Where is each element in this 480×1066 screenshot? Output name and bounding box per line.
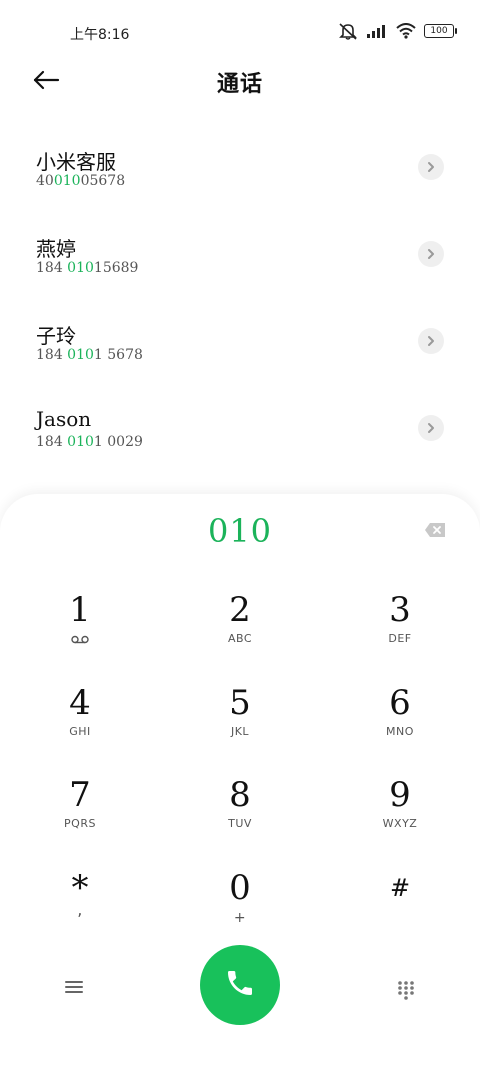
key-digit: 4 <box>69 683 91 723</box>
contact-row[interactable]: 小米客服 4001005678 <box>0 130 480 217</box>
dialpad-key-6[interactable]: 6 MNO <box>340 683 460 763</box>
key-letters: WXYZ <box>382 817 418 830</box>
dialpad-key-2[interactable]: 2 ABC <box>180 590 300 670</box>
contact-number: 184 01015689 <box>36 260 139 276</box>
signal-icon <box>366 23 388 39</box>
chevron-right-icon <box>426 419 436 438</box>
chevron-right-icon <box>426 158 436 177</box>
contact-detail-button[interactable] <box>418 241 444 267</box>
page-title: 通话 <box>216 71 263 97</box>
key-digit: 9 <box>389 775 411 815</box>
key-letters: DEF <box>388 632 412 645</box>
status-time: 上午8:16 <box>70 27 130 43</box>
dialpad-panel: 010 1 2 ABC 3 DEF 4 GHI 5 JKL 6 MNO 7 PQ… <box>0 494 480 1066</box>
key-letters: JKL <box>230 725 250 738</box>
menu-button[interactable] <box>64 979 84 995</box>
key-digit: 0 <box>229 868 251 908</box>
contact-number: 4001005678 <box>36 173 126 189</box>
key-letters: TUV <box>228 817 252 830</box>
contact-name: 燕婷 <box>36 237 76 261</box>
dialpad-key-4[interactable]: 4 GHI <box>20 683 140 763</box>
key-letters: GHI <box>69 725 91 738</box>
voicemail-icon <box>20 632 140 645</box>
key-digit: 2 <box>229 590 251 630</box>
dialpad-key-3[interactable]: 3 DEF <box>340 590 460 670</box>
wifi-icon <box>396 23 416 39</box>
key-letters: , <box>77 900 83 919</box>
header: 通话 <box>0 58 480 106</box>
number-match-highlight: 010 <box>67 347 94 363</box>
key-letters: + <box>233 910 247 926</box>
key-digit: 6 <box>389 683 411 723</box>
dialpad-key-1[interactable]: 1 <box>20 590 140 670</box>
menu-icon <box>64 980 84 999</box>
contact-results-list: 小米客服 4001005678 燕婷 184 01015689 子玲 184 0… <box>0 130 480 478</box>
contact-name: 子玲 <box>36 324 76 348</box>
contact-row[interactable]: 子玲 184 0101 5678 <box>0 304 480 391</box>
dialpad-key-0[interactable]: 0 + <box>180 868 300 948</box>
battery-icon: 100 <box>424 24 457 38</box>
dialed-number-display[interactable]: 010 <box>0 512 480 550</box>
chevron-right-icon <box>426 245 436 264</box>
contact-detail-button[interactable] <box>418 154 444 180</box>
contact-row[interactable]: Jason 184 0101 0029 <box>0 391 480 478</box>
key-digit: 8 <box>229 775 251 815</box>
backspace-icon <box>424 523 446 542</box>
contact-detail-button[interactable] <box>418 328 444 354</box>
contact-name: Jason <box>36 407 92 431</box>
key-digit: # <box>389 874 411 902</box>
number-match-highlight: 010 <box>67 434 94 450</box>
contact-name: 小米客服 <box>36 150 116 174</box>
dialpad-key-7[interactable]: 7 PQRS <box>20 775 140 855</box>
key-digit: 7 <box>69 775 91 815</box>
key-letters: PQRS <box>64 817 96 830</box>
number-match-highlight: 010 <box>67 260 94 276</box>
contact-row[interactable]: 燕婷 184 01015689 <box>0 217 480 304</box>
phone-icon <box>224 967 256 1003</box>
key-digit: 1 <box>69 590 91 630</box>
keypad-toggle-button[interactable] <box>396 980 416 1000</box>
backspace-button[interactable] <box>424 522 446 538</box>
dialpad-key-hash[interactable]: # <box>340 868 460 948</box>
key-letters: MNO <box>386 725 414 738</box>
key-digit: 3 <box>389 590 411 630</box>
contact-number: 184 0101 0029 <box>36 434 143 450</box>
dialpad-icon <box>396 981 416 1004</box>
status-bar: 上午8:16 100 <box>0 0 480 64</box>
key-letters: ABC <box>227 632 253 645</box>
number-match-highlight: 010 <box>53 173 81 189</box>
dialpad-key-9[interactable]: 9 WXYZ <box>340 775 460 855</box>
contact-number: 184 0101 5678 <box>36 347 143 363</box>
dialpad-key-star[interactable]: * , <box>20 868 140 948</box>
key-digit: 5 <box>229 683 251 723</box>
call-button[interactable] <box>200 945 280 1025</box>
dialpad-key-8[interactable]: 8 TUV <box>180 775 300 855</box>
contact-detail-button[interactable] <box>418 415 444 441</box>
dialpad-key-5[interactable]: 5 JKL <box>180 683 300 763</box>
chevron-right-icon <box>426 332 436 351</box>
mute-bell-icon <box>338 22 358 40</box>
status-icons: 100 <box>338 22 457 40</box>
